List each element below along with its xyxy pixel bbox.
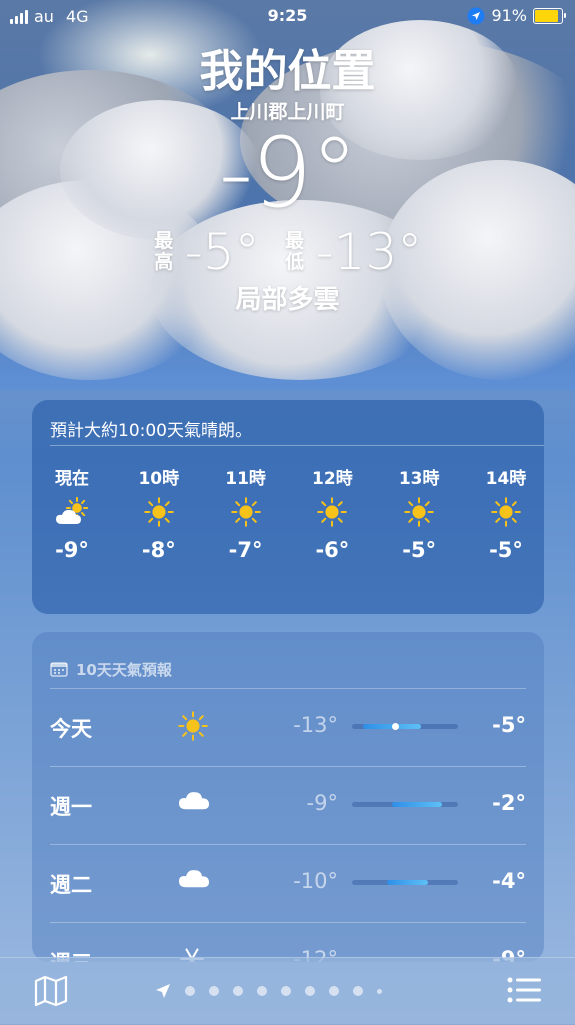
sun-icon [404,492,434,532]
temperature-range-bar [352,880,458,885]
high-label: 最高 [154,230,174,273]
cloud-icon [178,789,210,815]
hourly-forecast-card[interactable]: 預計大約10:00天氣晴朗。 現在 -9° 10時 -8° 11時 -7° 12時 -… [32,400,544,614]
forecast-day-row[interactable]: 週一 -9° -2° [50,766,526,844]
sun-icon [230,492,261,532]
location-title: 我的位置 [199,46,376,97]
forecast-day-row[interactable]: 週三 -12° -9° [50,922,526,962]
cloud-icon [178,867,210,893]
hour-item: 10時 -8° [137,464,181,562]
day-low: -9° [306,791,338,815]
ten-day-forecast-card[interactable]: 10天天氣預報 今天 -13° -5° 週一 -9° -2° 週二 -10° -4°… [32,632,544,962]
location-services-icon [467,7,485,24]
temperature-range-fill [392,802,443,807]
partly-sunny-icon [56,492,88,532]
condition-label: 局部多雲 [235,285,340,315]
day-high: -5° [492,713,526,737]
hour-temperature: -6° [315,538,350,562]
current-weather: 我的位置 上川郡上川町 -9° 最高 -5° 最低 -13° 局部多雲 [0,44,575,320]
high-temperature: -5° [184,223,260,281]
hour-item: 11時 -7° [224,464,268,562]
hour-label: 現在 [55,469,89,489]
location-arrow-icon [156,984,170,998]
battery-percent: 91% [491,6,527,25]
page-dot[interactable] [209,986,219,996]
day-low: -10° [293,869,338,893]
low-label: 最低 [285,230,305,273]
map-icon[interactable] [34,975,68,1007]
page-dot[interactable] [233,986,243,996]
battery-icon [533,7,566,24]
page-dot[interactable] [305,986,315,996]
page-dot[interactable] [329,986,339,996]
hourly-list[interactable]: 現在 -9° 10時 -8° 11時 -7° 12時 -6° 13時 -5° 14時 -5… [32,446,544,562]
hour-temperature: -5° [402,538,437,562]
calendar-icon [50,662,68,677]
hour-temperature: -9° [55,538,89,562]
temperature-range-bar [352,802,458,807]
forecast-day-row[interactable]: 週二 -10° -4° [50,844,526,922]
page-dot[interactable] [257,986,267,996]
page-dot[interactable] [353,986,363,996]
day-high: -4° [492,869,526,893]
page-dot[interactable] [377,988,382,994]
day-name: 週一 [50,795,92,819]
temperature-range-fill [386,880,429,885]
page-indicator[interactable] [155,983,382,999]
day-low: -13° [293,713,338,737]
hour-label: 11時 [225,469,266,489]
day-name: 週二 [50,873,92,897]
low-temperature: -13° [315,223,423,281]
hour-item: 14時 -5° [484,464,528,562]
sun-icon [491,492,521,532]
hour-item: 13時 -5° [397,464,441,562]
hour-label: 14時 [485,469,527,489]
hour-label: 13時 [398,469,440,489]
hourly-summary: 預計大約10:00天氣晴朗。 [50,421,252,441]
hour-label: 12時 [312,469,353,489]
hour-item: 現在 -9° [50,464,94,562]
sun-icon [178,711,208,745]
sun-icon [143,492,174,532]
forecast-day-row[interactable]: 今天 -13° -5° [50,688,526,766]
ten-day-header: 10天天氣預報 [32,632,544,688]
hour-temperature: -8° [141,538,176,562]
page-dot[interactable] [281,986,291,996]
hour-temperature: -5° [489,538,523,562]
ten-day-title: 10天天氣預報 [76,660,172,679]
status-bar: au 4G 9:25 91% [0,0,575,34]
hour-label: 10時 [138,469,180,489]
current-temperature: -9° [218,117,359,229]
day-high: -2° [492,791,526,815]
hour-temperature: -7° [228,538,263,562]
list-icon[interactable] [507,976,541,1004]
bottom-toolbar [0,957,575,1025]
day-name: 今天 [50,717,92,741]
temperature-range-bar [352,723,458,730]
sun-icon [317,492,348,532]
page-dot[interactable] [185,986,195,996]
high-low: 最高 -5° 最低 -13° [0,224,575,280]
hour-item: 12時 -6° [310,464,354,562]
